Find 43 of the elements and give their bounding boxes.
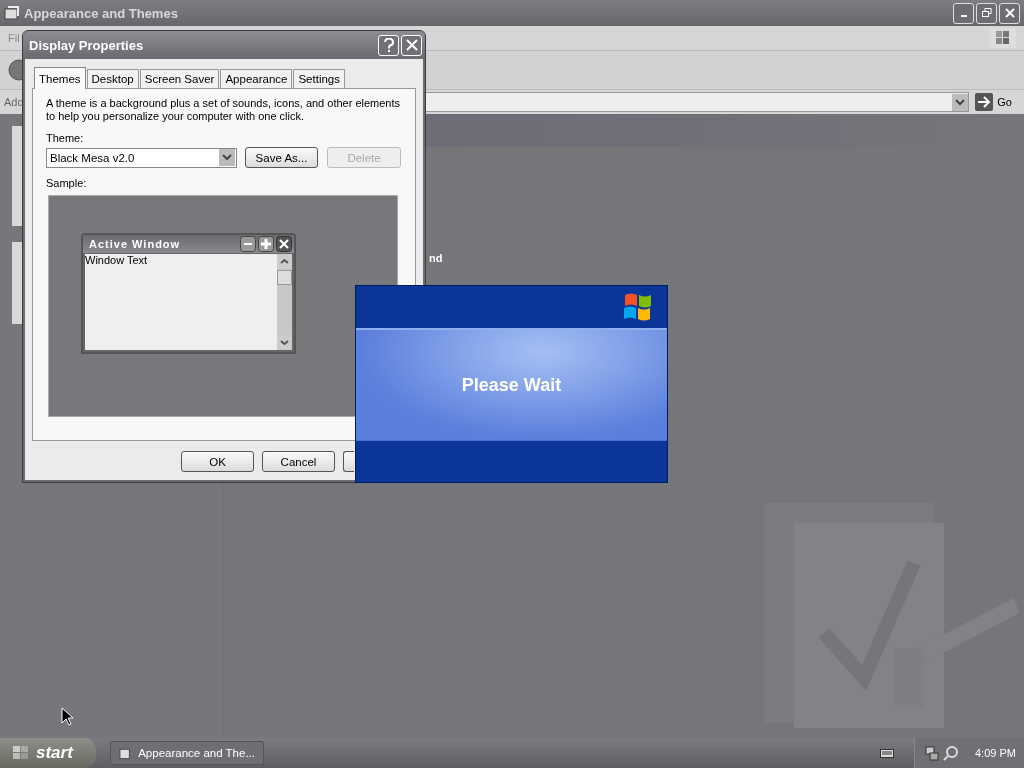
start-button[interactable]: start [0, 738, 96, 768]
keyboard-icon[interactable] [880, 747, 894, 759]
help-button[interactable] [378, 34, 399, 56]
tab[interactable]: Settings [293, 69, 345, 88]
dialog-title: Display Properties [29, 37, 144, 53]
dropdown-icon[interactable] [952, 93, 969, 111]
save-as-button[interactable]: Save As... [245, 147, 318, 168]
description-text: A theme is a background plus a set of sounds, icons, and other elements to help you personalize your computer with one click. [46, 97, 402, 123]
ok-button[interactable]: OK [181, 451, 254, 472]
search-icon[interactable] [943, 745, 959, 761]
window-title: Active Window [89, 238, 181, 250]
tab[interactable]: Screen Saver [139, 69, 220, 88]
scroll-thumb[interactable] [277, 270, 292, 285]
close-icon [276, 236, 292, 252]
theme-dropdown[interactable]: Black Mesa v2.0 [46, 147, 237, 168]
window-icon [119, 746, 133, 760]
window-text: Window Text [85, 254, 149, 268]
dropdown-icon [219, 149, 235, 166]
close-icon [1004, 8, 1015, 18]
close-button[interactable] [999, 2, 1020, 24]
go-button[interactable]: Go [973, 93, 1020, 111]
theme-label: Theme: [46, 132, 85, 144]
tab[interactable]: Appearance [220, 69, 293, 88]
windows-logo-icon [12, 745, 30, 761]
maximize-icon [258, 236, 274, 252]
window-title: Appearance and Themes [24, 5, 178, 21]
close-icon [405, 39, 418, 51]
minimize-button[interactable] [953, 2, 974, 24]
minimize-icon [240, 236, 256, 252]
taskbar-button[interactable]: Appearance and The... [110, 741, 264, 765]
cancel-button[interactable]: Cancel [262, 451, 335, 472]
sample-label: Sample: [46, 177, 88, 189]
restore-icon [981, 8, 992, 18]
help-icon [382, 38, 395, 52]
please-wait-text: Please Wait [461, 374, 562, 396]
cursor-icon [61, 707, 73, 726]
tab[interactable]: Desktop [86, 69, 139, 88]
clock: 4:09 PM [975, 747, 1016, 759]
tab[interactable]: Themes [34, 67, 86, 89]
apply-button[interactable] [343, 451, 354, 472]
minimize-icon [960, 15, 967, 17]
restore-button[interactable] [976, 2, 997, 24]
category-link[interactable]: nd [429, 252, 443, 264]
